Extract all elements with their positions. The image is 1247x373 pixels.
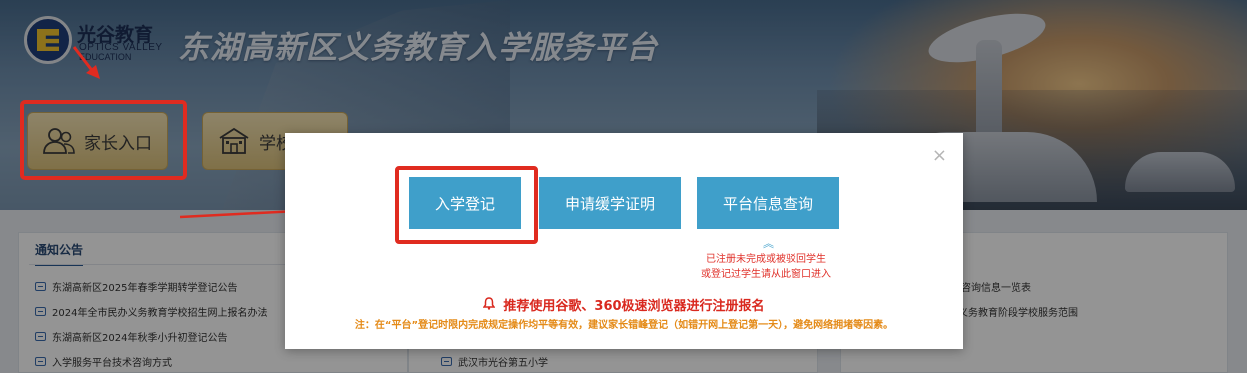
- registration-note: 注：在“平台”登记时限内完成规定操作均平等有效，建议家长错峰登记（如错开网上登记…: [354, 320, 894, 331]
- platform-info-query-button[interactable]: 平台信息查询: [697, 177, 839, 229]
- query-hint-line2: 或登记过学生请从此窗口进入: [701, 269, 831, 280]
- annotation-highlight-box: [20, 100, 187, 180]
- entry-modal: × 入学登记 申请缓学证明 平台信息查询 ︽ 已注册未完成或被驳回学生 或登记过…: [285, 133, 963, 349]
- bell-icon: [483, 297, 496, 310]
- browser-recommendation-text: 推荐使用谷歌、360极速浏览器进行注册报名: [503, 299, 765, 314]
- browser-recommendation: 推荐使用谷歌、360极速浏览器进行注册报名: [285, 295, 963, 314]
- annotation-arrow-icon: [72, 46, 100, 79]
- deferral-certificate-button[interactable]: 申请缓学证明: [539, 177, 681, 229]
- annotation-highlight-box: [395, 166, 538, 244]
- query-hint-line1: 已注册未完成或被驳回学生: [706, 254, 826, 265]
- double-chevron-up-icon: ︽: [763, 237, 774, 250]
- close-icon[interactable]: ×: [932, 145, 947, 166]
